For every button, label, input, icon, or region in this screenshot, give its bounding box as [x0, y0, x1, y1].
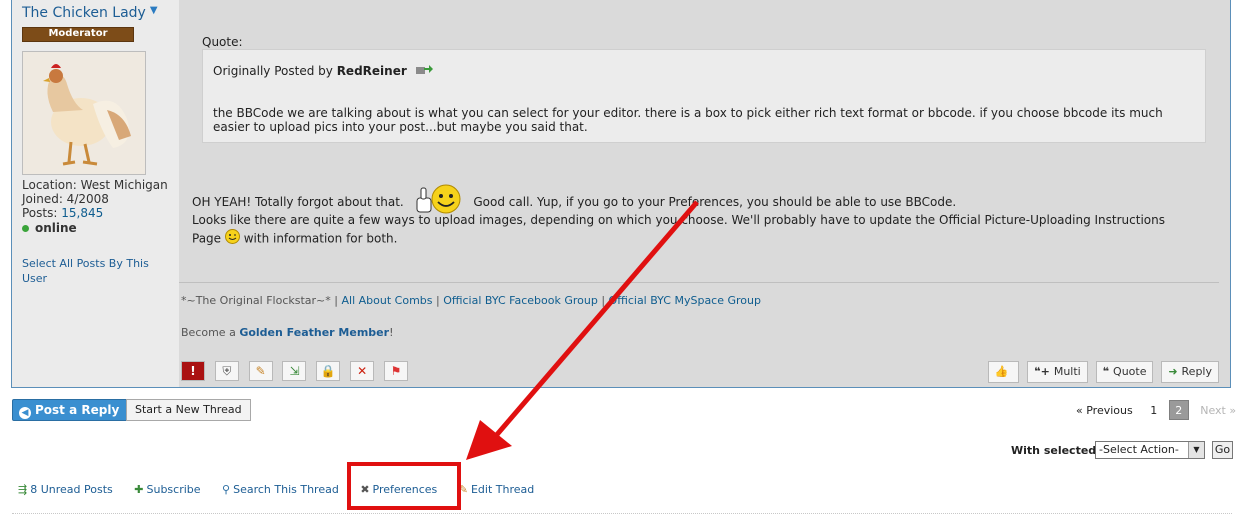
annotation-arrow-icon [466, 200, 699, 460]
bottom-divider [12, 513, 1232, 514]
